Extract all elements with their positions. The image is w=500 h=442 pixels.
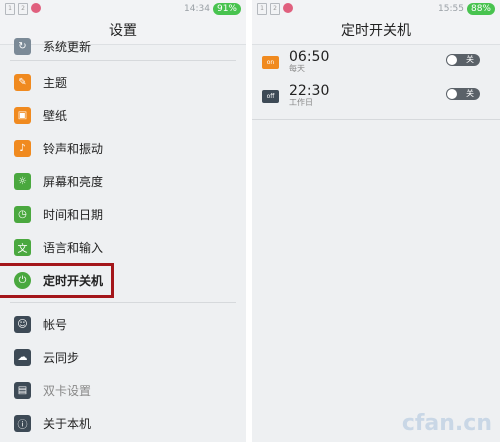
theme-icon: ✎ [14, 74, 31, 91]
schedule-repeat: 每天 [289, 64, 305, 73]
settings-screen: 1 2 14:34 91% 设置 ↻ 系统更新 ✎ 主题 ▣ 壁纸 ♪ 铃声和振… [0, 0, 246, 442]
sim1-icon: 1 [5, 3, 15, 15]
settings-item-label: 关于本机 [43, 417, 92, 431]
dual-sim-icon: ▤ [14, 382, 31, 399]
divider [10, 302, 236, 303]
divider [252, 119, 500, 120]
settings-item-system-update[interactable]: ↻ 系统更新 [0, 37, 246, 55]
settings-item-label: 语言和输入 [43, 241, 104, 255]
system-update-icon: ↻ [14, 37, 31, 55]
power-on-schedule[interactable]: on 06:50 每天 关 [252, 45, 500, 79]
power-on-icon: on [262, 55, 279, 69]
settings-item-label: 系统更新 [43, 39, 92, 54]
settings-item-label: 双卡设置 [43, 384, 92, 398]
schedule-repeat: 工作日 [289, 98, 313, 107]
settings-item-label: 壁纸 [43, 109, 68, 123]
brightness-icon: ☼ [14, 173, 31, 190]
notification-icon [283, 3, 293, 13]
power-off-schedule[interactable]: off 22:30 工作日 关 [252, 79, 500, 113]
sim1-icon: 1 [257, 3, 267, 15]
sim2-icon: 2 [270, 3, 280, 15]
battery-indicator: 88% [466, 3, 495, 15]
toggle-label: 关 [466, 55, 474, 64]
settings-item-label: 云同步 [43, 351, 80, 365]
schedule-time: 06:50 [289, 49, 330, 65]
sim2-icon: 2 [18, 3, 28, 15]
power-off-toggle[interactable]: 关 [446, 88, 480, 100]
power-off-icon: off [262, 89, 279, 103]
settings-item-ringtone[interactable]: ♪ 铃声和振动 [0, 132, 246, 165]
settings-item-label: 屏幕和亮度 [43, 175, 104, 189]
cloud-sync-icon: ☁ [14, 349, 31, 366]
power-on-toggle[interactable]: 关 [446, 54, 480, 66]
status-time: 14:34 [184, 4, 210, 14]
toggle-knob [447, 89, 457, 99]
settings-item-theme[interactable]: ✎ 主题 [0, 66, 246, 99]
toggle-label: 关 [466, 89, 474, 98]
status-bar: 1 2 14:34 91% [0, 0, 246, 18]
wallpaper-icon: ▣ [14, 107, 31, 124]
settings-item-datetime[interactable]: ◷ 时间和日期 [0, 198, 246, 231]
about-icon: ⓘ [14, 415, 31, 432]
scheduled-power-screen: 1 2 15:55 88% 定时开关机 on 06:50 每天 关 off 22… [252, 0, 500, 442]
settings-item-brightness[interactable]: ☼ 屏幕和亮度 [0, 165, 246, 198]
settings-item-cloud-sync[interactable]: ☁ 云同步 [0, 341, 246, 374]
clock-icon: ◷ [14, 206, 31, 223]
settings-list: ↻ 系统更新 ✎ 主题 ▣ 壁纸 ♪ 铃声和振动 ☼ 屏幕和亮度 ◷ 时间和日期… [0, 37, 246, 440]
settings-item-dual-sim[interactable]: ▤ 双卡设置 [0, 374, 246, 407]
battery-indicator: 91% [212, 3, 241, 15]
settings-item-scheduled-power[interactable]: ⏻ 定时开关机 [0, 263, 246, 298]
divider [10, 60, 236, 61]
status-bar: 1 2 15:55 88% [252, 0, 500, 18]
settings-item-about[interactable]: ⓘ 关于本机 [0, 407, 246, 440]
settings-item-label: 时间和日期 [43, 208, 104, 222]
notification-icon [31, 3, 41, 13]
settings-item-label: 主题 [43, 76, 68, 90]
toggle-knob [447, 55, 457, 65]
settings-item-account[interactable]: ☺ 帐号 [0, 308, 246, 341]
status-time: 15:55 [438, 4, 464, 14]
highlight-box [0, 263, 114, 298]
page-title: 定时开关机 [252, 18, 500, 45]
account-icon: ☺ [14, 316, 31, 333]
schedule-time: 22:30 [289, 83, 330, 99]
settings-item-label: 铃声和振动 [43, 142, 104, 156]
watermark-logo: cfan.cn [401, 411, 492, 436]
ringtone-icon: ♪ [14, 140, 31, 157]
settings-item-wallpaper[interactable]: ▣ 壁纸 [0, 99, 246, 132]
language-icon: 文 [14, 239, 31, 256]
settings-item-language[interactable]: 文 语言和输入 [0, 231, 246, 264]
settings-item-label: 帐号 [43, 318, 68, 332]
